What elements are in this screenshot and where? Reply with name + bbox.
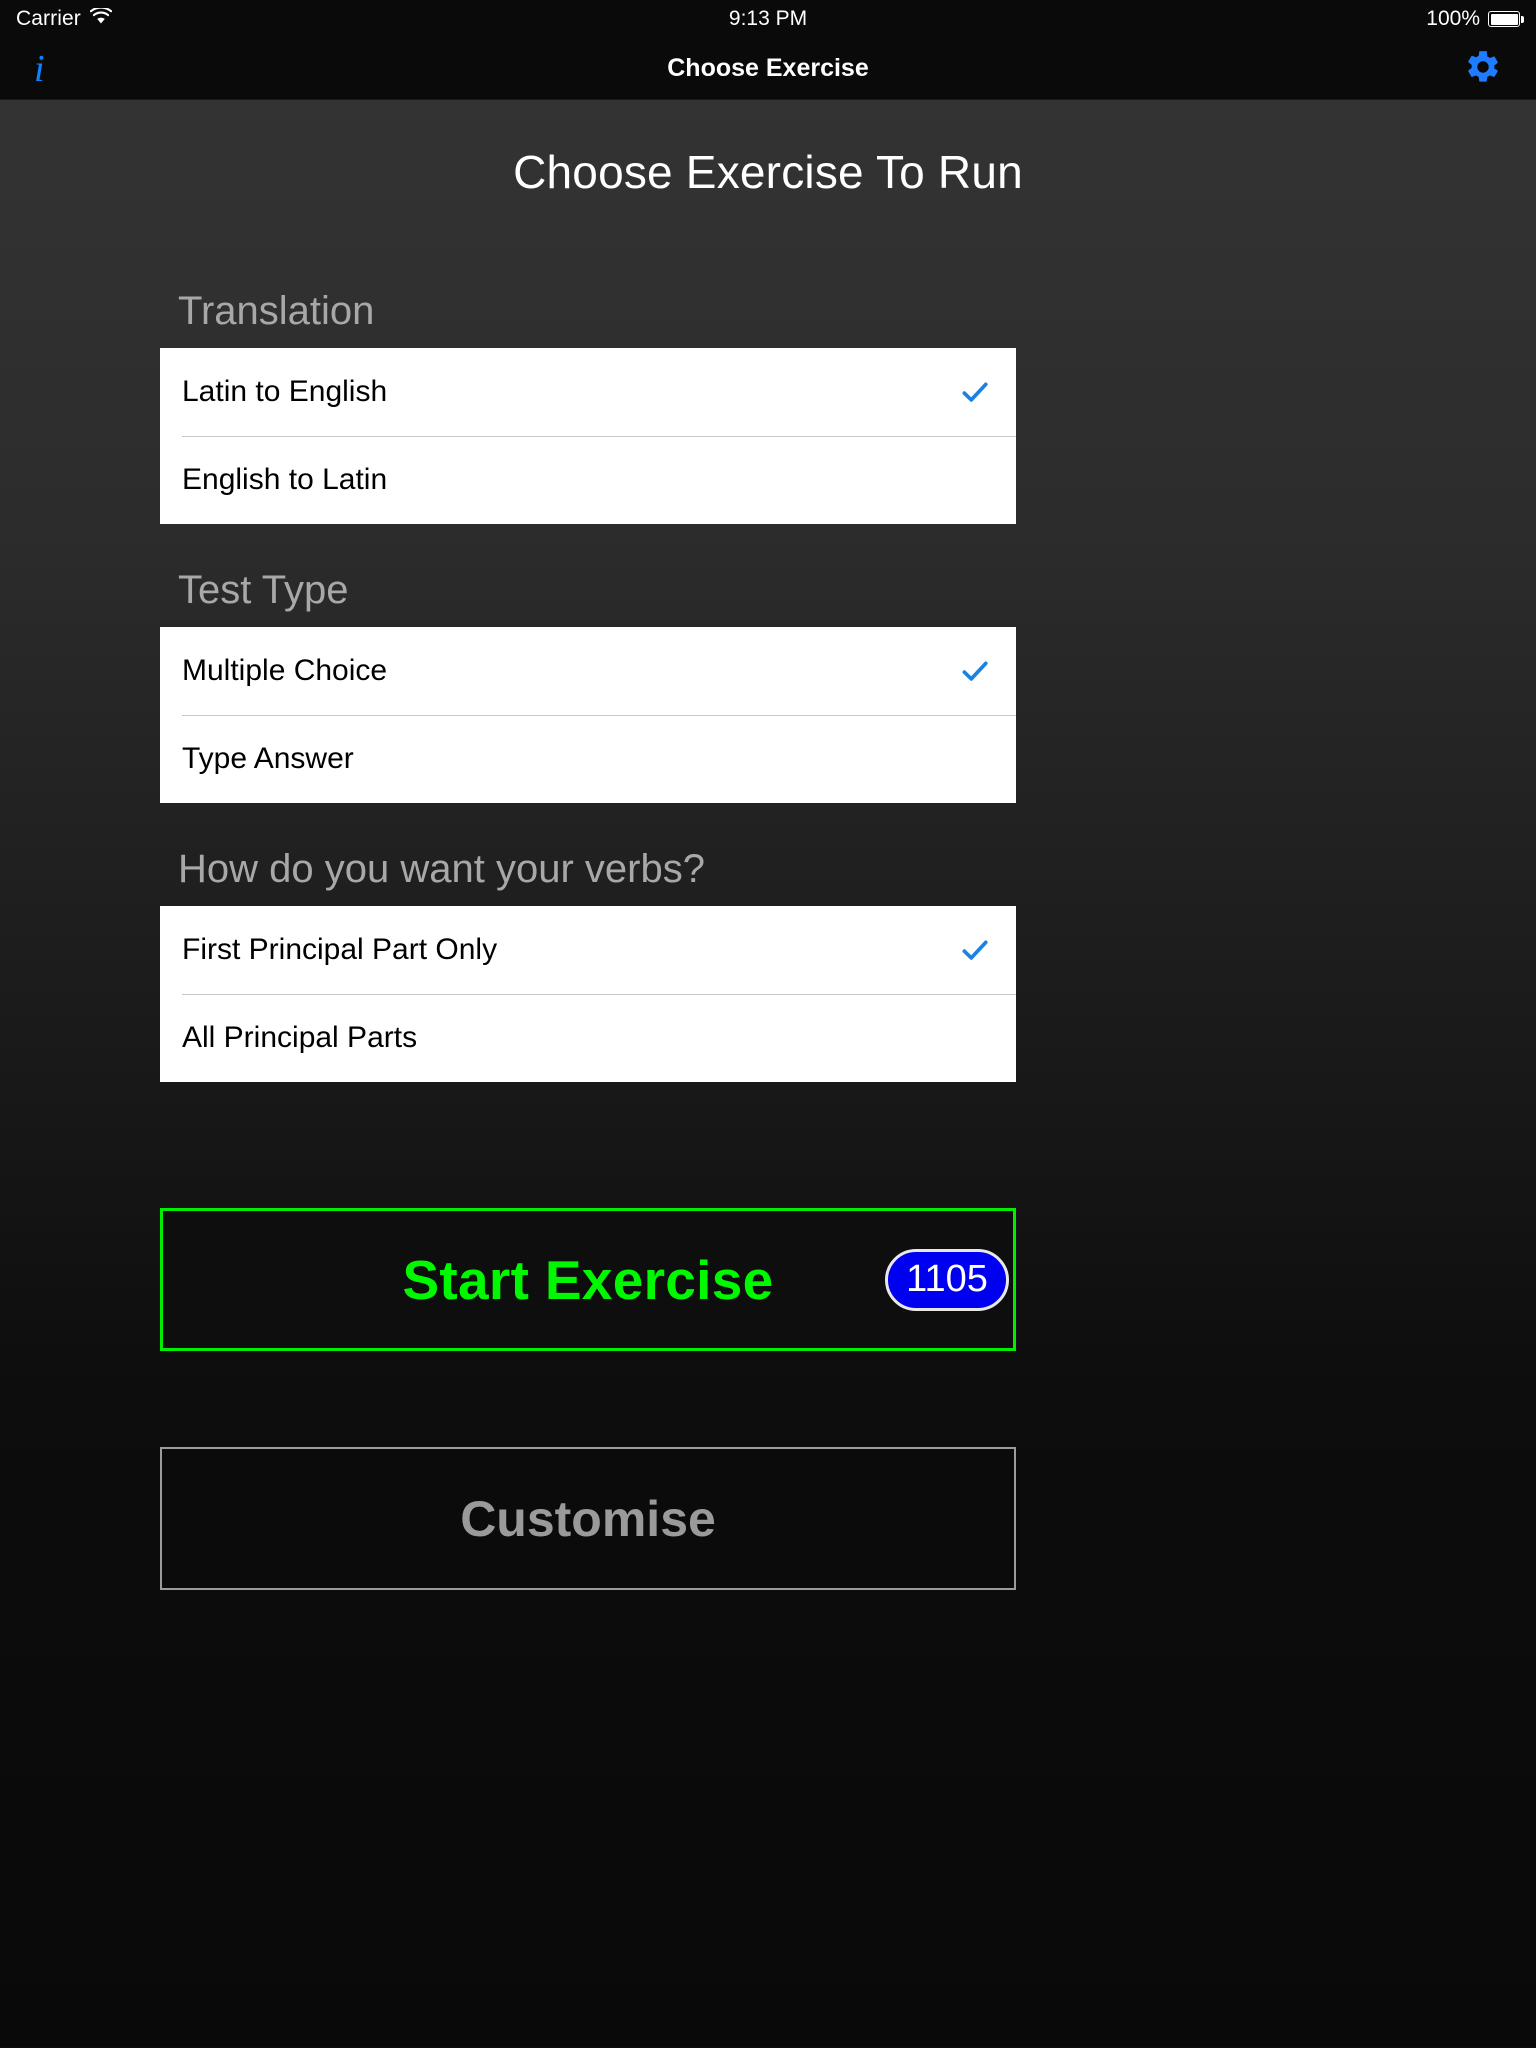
option-label: Latin to English [182, 375, 388, 408]
info-italic-icon: i [34, 47, 45, 90]
option-groups: Translation Latin to English English to … [0, 271, 1536, 1082]
option-row[interactable]: Multiple Choice [160, 627, 1016, 715]
app-screen: Carrier 9:13 PM 100% i Choose Exercise C… [0, 0, 1536, 2048]
option-row[interactable]: All Principal Parts [160, 994, 1016, 1082]
info-button[interactable]: i [34, 50, 45, 88]
checkmark-icon [956, 931, 994, 969]
checkmark-icon [956, 373, 994, 411]
option-list: Latin to English English to Latin [160, 348, 1016, 524]
status-center-group: 9:13 PM [0, 0, 1536, 38]
start-exercise-button[interactable]: Start Exercise 1105 [160, 1208, 1016, 1351]
exercise-count-badge: 1105 [885, 1248, 1009, 1311]
option-label: All Principal Parts [182, 1021, 418, 1054]
option-row[interactable]: Latin to English [160, 348, 1016, 436]
carrier-label: Carrier [16, 7, 81, 30]
battery-percent-label: 100% [1426, 7, 1480, 30]
action-buttons: Start Exercise 1105 Customise [0, 1208, 1536, 1590]
option-label: English to Latin [182, 463, 388, 496]
option-label: Multiple Choice [182, 654, 388, 687]
navigation-bar: i Choose Exercise [0, 38, 1536, 100]
start-exercise-label: Start Exercise [402, 1248, 774, 1311]
status-clock: 9:13 PM [728, 7, 808, 30]
nav-title: Choose Exercise [667, 54, 869, 82]
customise-label: Customise [460, 1490, 716, 1547]
option-row[interactable]: Type Answer [160, 715, 1016, 803]
option-group-test-type: Test Type Multiple Choice Type Answer [160, 524, 1376, 803]
customise-button[interactable]: Customise [160, 1447, 1016, 1590]
option-row[interactable]: First Principal Part Only [160, 906, 1016, 994]
content-area: Choose Exercise To Run Translation Latin… [0, 100, 1536, 2047]
battery-full-icon [1488, 11, 1524, 27]
group-header: How do you want your verbs? [178, 847, 705, 891]
status-bar: Carrier 9:13 PM 100% [0, 0, 1536, 38]
settings-button[interactable] [1464, 48, 1502, 89]
checkmark-icon [956, 652, 994, 690]
option-group-verbs: How do you want your verbs? First Princi… [160, 803, 1376, 1082]
status-left-group: Carrier [16, 6, 113, 31]
option-row[interactable]: English to Latin [160, 436, 1016, 524]
option-list: First Principal Part Only All Principal … [160, 906, 1016, 1082]
group-header: Test Type [178, 568, 349, 612]
status-right-group: 100% [1426, 7, 1524, 31]
wifi-icon [89, 6, 113, 31]
option-list: Multiple Choice Type Answer [160, 627, 1016, 803]
group-header: Translation [178, 289, 375, 333]
option-label: Type Answer [182, 742, 354, 775]
option-group-translation: Translation Latin to English English to … [160, 271, 1376, 524]
page-title: Choose Exercise To Run [513, 146, 1023, 198]
gear-icon [1464, 48, 1502, 89]
option-label: First Principal Part Only [182, 933, 498, 966]
